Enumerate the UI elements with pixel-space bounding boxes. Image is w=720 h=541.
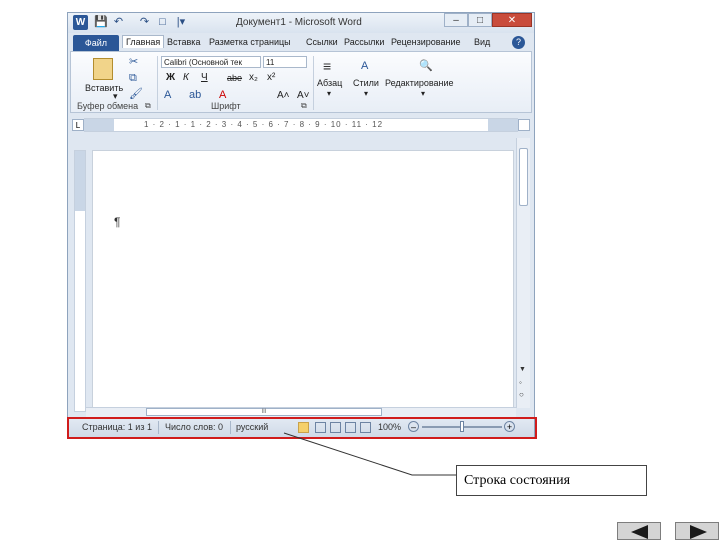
forward-arrow-icon	[690, 525, 707, 539]
callout-label: Строка состояния	[456, 465, 647, 496]
back-arrow-icon	[631, 525, 648, 539]
callout-connector	[283, 432, 456, 476]
callout-line	[283, 432, 456, 476]
back-button[interactable]	[617, 522, 661, 540]
forward-button[interactable]	[675, 522, 719, 540]
